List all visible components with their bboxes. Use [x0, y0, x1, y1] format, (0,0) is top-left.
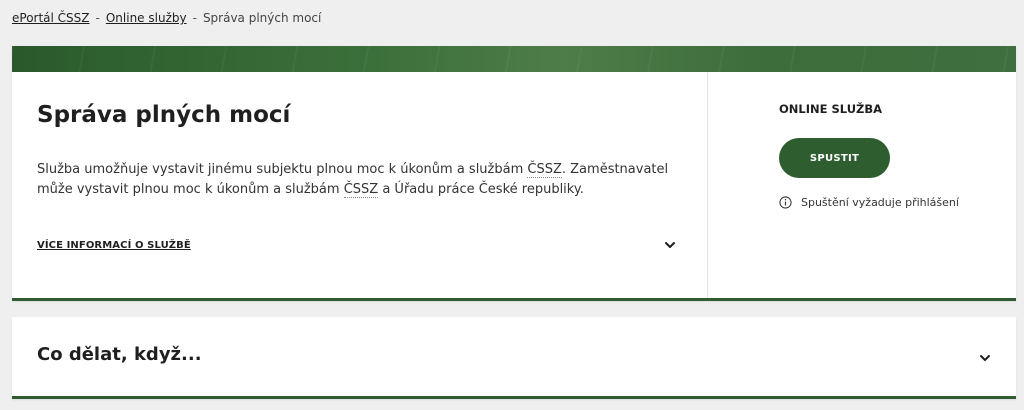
info-icon: [779, 196, 792, 209]
breadcrumb-separator: -: [95, 11, 100, 25]
description-text: a Úřadu práce České republiky.: [378, 182, 584, 197]
service-card: Správa plných mocí Služba umožňuje vysta…: [12, 46, 1016, 301]
breadcrumb-current: Správa plných mocí: [202, 11, 322, 25]
breadcrumb-link-online-services[interactable]: Online služby: [106, 11, 187, 25]
faq-toggle[interactable]: [978, 350, 992, 369]
faq-card[interactable]: Co dělat, když...: [12, 317, 1016, 399]
more-info-toggle[interactable]: VÍCE INFORMACÍ O SLUŽBĚ: [37, 237, 677, 253]
abbr-cssz: ČSSZ: [527, 162, 562, 178]
chevron-down-icon[interactable]: [663, 238, 677, 252]
login-note-text: Spuštění vyžaduje přihlášení: [801, 196, 959, 209]
abbr-cssz: ČSSZ: [343, 182, 379, 198]
page-title: Správa plných mocí: [37, 102, 291, 128]
login-required-note: Spuštění vyžaduje přihlášení: [779, 196, 959, 209]
service-banner: [12, 46, 1016, 72]
more-info-label[interactable]: VÍCE INFORMACÍ O SLUŽBĚ: [37, 240, 191, 251]
chevron-down-icon[interactable]: [978, 351, 992, 365]
service-info-panel: Správa plných mocí Služba umožňuje vysta…: [12, 72, 707, 298]
faq-title[interactable]: Co dělat, když...: [37, 344, 202, 365]
service-description: Služba umožňuje vystavit jinému subjektu…: [37, 160, 687, 200]
breadcrumb: ePortál ČSSZ - Online služby - Správa pl…: [12, 11, 321, 25]
online-service-panel: ONLINE SLUŽBA SPUSTIT Spuštění vyžaduje …: [707, 72, 1016, 298]
breadcrumb-link-eportal[interactable]: ePortál ČSSZ: [12, 11, 90, 25]
description-text: Služba umožňuje vystavit jinému subjektu…: [37, 162, 528, 177]
start-button[interactable]: SPUSTIT: [779, 138, 890, 178]
online-service-label: ONLINE SLUŽBA: [779, 102, 883, 116]
breadcrumb-separator: -: [192, 11, 197, 25]
